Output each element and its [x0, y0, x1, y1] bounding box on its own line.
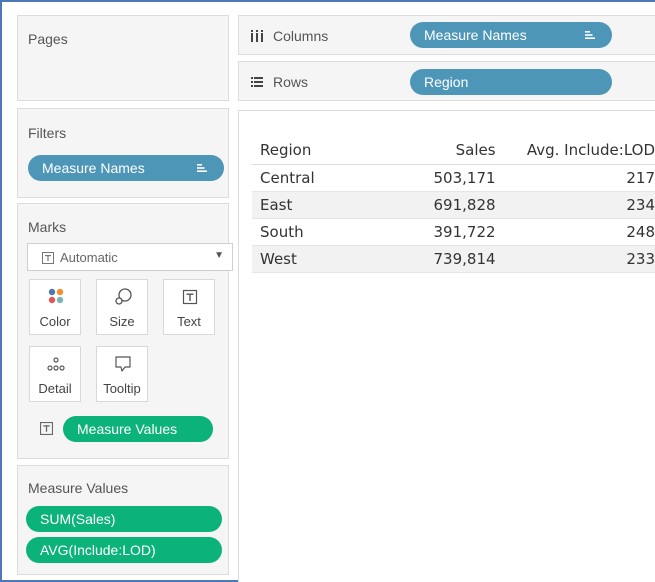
detail-label: Detail — [38, 381, 72, 396]
sales-cell[interactable]: 391,722 — [356, 218, 498, 246]
rows-label: Rows — [273, 74, 309, 90]
avg-lod-cell[interactable]: 248 — [497, 218, 655, 246]
sales-cell[interactable]: 739,814 — [356, 245, 498, 273]
marks-detail-button[interactable]: Detail — [29, 346, 81, 402]
measure-pill-sum-sales[interactable]: SUM(Sales) — [26, 506, 222, 532]
pages-shelf[interactable]: Pages — [17, 15, 229, 101]
pages-title: Pages — [28, 31, 68, 47]
tableau-workspace: Pages Filters Measure Names Marks Automa… — [0, 0, 655, 582]
table-row: South 391,722 248 — [252, 218, 655, 246]
marks-tooltip-button[interactable]: Tooltip — [96, 346, 148, 402]
color-label: Color — [39, 314, 71, 329]
marks-text-button[interactable]: Text — [163, 279, 215, 335]
marks-text-pill-measure-values[interactable]: Measure Values — [63, 416, 213, 442]
marks-color-button[interactable]: Color — [29, 279, 81, 335]
size-label: Size — [109, 314, 135, 329]
avg-lod-cell[interactable]: 234 — [497, 191, 655, 219]
sales-cell[interactable]: 503,171 — [356, 164, 498, 192]
columns-icon — [251, 30, 263, 42]
marks-text-pill-label: Measure Values — [77, 421, 178, 437]
region-cell[interactable]: West — [252, 245, 357, 273]
tooltip-label: Tooltip — [103, 381, 141, 396]
marks-size-button[interactable]: Size — [96, 279, 148, 335]
avg-lod-cell[interactable]: 233 — [497, 245, 655, 273]
size-icon — [115, 288, 132, 305]
table-row: West 739,814 233 — [252, 245, 655, 273]
marks-title: Marks — [28, 219, 67, 235]
region-cell[interactable]: East — [252, 191, 357, 219]
avg-lod-cell[interactable]: 217 — [497, 164, 655, 192]
chevron-down-icon: ▼ — [214, 250, 224, 261]
text-label: Text — [177, 314, 201, 329]
sort-icon — [197, 164, 207, 172]
region-cell[interactable]: Central — [252, 164, 357, 192]
columns-pill-measure-names[interactable]: Measure Names — [410, 22, 612, 48]
rows-icon — [251, 77, 263, 87]
filters-title: Filters — [28, 125, 67, 141]
sort-icon — [585, 31, 595, 39]
text-icon — [182, 289, 198, 305]
detail-icon — [47, 357, 65, 371]
header-sales[interactable]: Sales — [356, 136, 498, 165]
measure-pill-label: SUM(Sales) — [40, 511, 116, 527]
rows-pill-label: Region — [424, 74, 469, 90]
text-mark-icon — [42, 252, 54, 264]
rows-pill-region[interactable]: Region — [410, 69, 612, 95]
sales-cell[interactable]: 691,828 — [356, 191, 498, 219]
filter-pill-label: Measure Names — [42, 160, 145, 176]
columns-pill-label: Measure Names — [424, 27, 527, 43]
table-row: Central 503,171 217 — [252, 164, 655, 192]
columns-label: Columns — [273, 28, 329, 44]
filter-pill-measure-names[interactable]: Measure Names — [28, 155, 224, 181]
region-cell[interactable]: South — [252, 218, 357, 246]
mark-type-dropdown[interactable]: Automatic ▼ — [27, 243, 233, 271]
measure-values-title: Measure Values — [28, 480, 129, 496]
header-region[interactable]: Region — [252, 136, 357, 165]
color-dots-icon — [48, 288, 64, 304]
tooltip-icon — [115, 356, 131, 372]
table-header-row: Region Sales Avg. Include:LOD — [252, 136, 655, 165]
mark-type-selected: Automatic — [60, 250, 118, 265]
header-avg-include-lod[interactable]: Avg. Include:LOD — [497, 136, 655, 165]
measure-pill-avg-include-lod[interactable]: AVG(Include:LOD) — [26, 537, 222, 563]
table-row: East 691,828 234 — [252, 191, 655, 219]
filters-shelf[interactable]: Filters Measure Names — [17, 108, 229, 198]
text-mark-icon — [40, 422, 53, 435]
measure-pill-label: AVG(Include:LOD) — [40, 542, 156, 558]
crosstab-table: Region Sales Avg. Include:LOD Central 50… — [252, 136, 655, 273]
